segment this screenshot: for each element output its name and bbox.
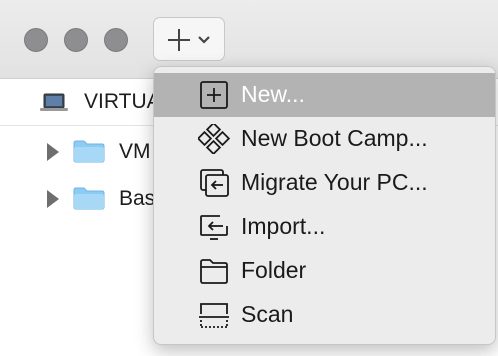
bootcamp-diamond-icon (198, 124, 230, 154)
menu-item-new[interactable]: New... (154, 73, 495, 117)
close-window-button[interactable] (24, 28, 48, 52)
menu-item-label: Import... (241, 213, 326, 239)
zoom-window-button[interactable] (104, 28, 128, 52)
add-dropdown-menu: New... New Boot Camp... Migrate Your PC.… (153, 66, 496, 345)
laptop-icon (40, 93, 68, 111)
menu-item-label: Migrate Your PC... (241, 169, 428, 195)
menu-item-new-boot-camp[interactable]: New Boot Camp... (154, 117, 495, 161)
migrate-icon (200, 169, 229, 197)
add-menu-button[interactable] (153, 17, 225, 61)
menu-item-folder[interactable]: Folder (154, 249, 495, 293)
folder-icon (73, 140, 105, 163)
menu-item-scan[interactable]: Scan (154, 293, 495, 337)
sidebar-item-label: Bas (119, 187, 156, 210)
menu-item-import[interactable]: Import... (154, 205, 495, 249)
import-icon (200, 215, 228, 240)
menu-item-migrate-your-pc[interactable]: Migrate Your PC... (154, 161, 495, 205)
disclosure-triangle-icon[interactable] (47, 190, 59, 208)
menu-item-label: Folder (241, 257, 307, 283)
folder-outline-icon (200, 259, 228, 284)
plus-square-icon (200, 81, 228, 109)
sidebar-header-label: VIRTUA (84, 90, 161, 113)
menu-item-label: New... (241, 81, 305, 107)
sidebar-item-label: VM (119, 140, 151, 163)
minimize-window-button[interactable] (64, 28, 88, 52)
chevron-down-icon (198, 36, 210, 44)
menu-item-label: Scan (241, 301, 294, 327)
folder-icon (73, 187, 105, 210)
disclosure-triangle-icon[interactable] (47, 143, 59, 161)
scan-icon (199, 303, 229, 328)
plus-icon (168, 29, 210, 51)
menu-item-label: New Boot Camp... (241, 125, 428, 151)
